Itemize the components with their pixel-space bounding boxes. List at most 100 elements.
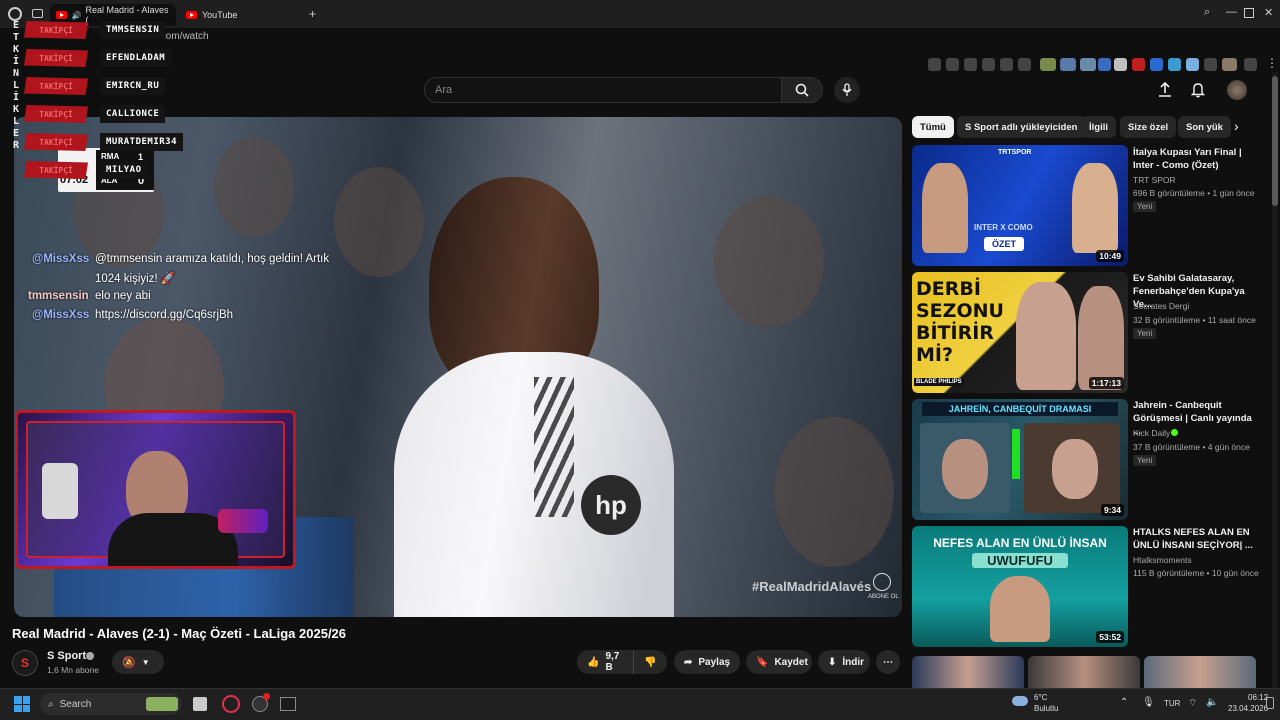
avatar[interactable]	[1227, 80, 1247, 100]
extension-icon[interactable]	[1060, 58, 1076, 71]
chat-text: https://discord.gg/Cq6srjBh	[95, 309, 234, 321]
recommendation-title[interactable]: HTALKS NEFES ALAN EN ÜNLÜ İNSANI SEÇİYOR…	[1133, 526, 1258, 552]
url-text[interactable]: .com/watch	[158, 31, 209, 42]
extensions-puzzle-icon[interactable]	[1204, 58, 1217, 71]
extension-icon[interactable]	[1150, 58, 1163, 71]
dislike-button[interactable]: 👎	[633, 650, 667, 674]
translate-icon[interactable]	[982, 58, 995, 71]
search-button[interactable]	[781, 77, 823, 103]
video-duration: 53:52	[1096, 631, 1124, 643]
subscribed-button[interactable]: 🔕 ▼	[112, 650, 164, 674]
share-icon: ➦	[684, 656, 693, 668]
close-icon[interactable]: ✕	[1264, 6, 1273, 19]
recommendation-thumbnail[interactable]: JAHREİN, CANBEQUİT DRAMASI 9:34	[912, 399, 1128, 520]
like-button[interactable]: 👍 9,7 B	[577, 650, 633, 674]
extension-icon[interactable]	[1114, 58, 1127, 71]
scrollbar[interactable]	[1272, 72, 1278, 688]
rgb-mouse	[218, 509, 268, 533]
short-thumbnail[interactable]	[912, 656, 1024, 688]
verified-icon	[86, 652, 94, 660]
profile-avatar[interactable]	[1222, 58, 1237, 71]
language-indicator[interactable]: TUR	[1164, 699, 1180, 708]
follower-alert: TAKİPÇİ EMIRCN_RU	[24, 75, 166, 97]
follower-alert: TAKİPÇİ EFENDLADAM	[24, 47, 172, 69]
chip-recent[interactable]: Son yük	[1178, 116, 1231, 138]
recommendation-channel[interactable]: Htalksmoments	[1133, 555, 1192, 565]
upload-button[interactable]	[1158, 81, 1172, 103]
mic-icon[interactable]: 🎙	[1142, 697, 1155, 708]
download-icon[interactable]	[1244, 58, 1257, 71]
extension-icon[interactable]	[928, 58, 941, 71]
chevron-right-icon[interactable]: ›	[1234, 118, 1239, 134]
extension-icon[interactable]	[1132, 58, 1145, 71]
browser-tab-bar: 🔊 Real Madrid - Alaves ( YouTube + ⌕ — ✕	[0, 0, 1280, 28]
heart-icon[interactable]	[1018, 58, 1031, 71]
short-thumbnail[interactable]	[1028, 656, 1140, 688]
taskbar-search[interactable]: ⌕ Search	[40, 693, 182, 715]
chip-from-uploader[interactable]: S Sport adlı yükleyiciden	[957, 116, 1086, 138]
voice-search-button[interactable]	[834, 77, 860, 103]
share-button[interactable]: ➦ Paylaş	[674, 650, 740, 674]
weather-temp[interactable]: 6°C	[1034, 693, 1047, 702]
workspace-icon[interactable]	[32, 9, 43, 18]
extension-icon[interactable]	[1168, 58, 1181, 71]
follower-name: EFENDLADAM	[100, 49, 172, 67]
recommendation-channel[interactable]: Socrates Dergi	[1133, 301, 1189, 311]
follower-name: MURATDEMIR34	[100, 133, 184, 151]
extension-icon[interactable]	[1186, 58, 1199, 71]
recommendation-thumbnail[interactable]: NEFES ALAN EN ÜNLÜ İNSAN UWUFUFU 53:52	[912, 526, 1128, 647]
task-view-icon[interactable]	[193, 697, 207, 711]
extension-icon[interactable]	[1098, 58, 1111, 71]
save-button[interactable]: 🔖 Kaydet	[746, 650, 812, 674]
new-badge: Yeni	[1133, 455, 1157, 466]
chip-for-you[interactable]: Size özel	[1120, 116, 1177, 138]
cam-device	[42, 463, 78, 519]
recommendation-thumbnail[interactable]: DERBİ SEZONU BİTİRİR Mİ? BLADE PHILIPS 1…	[912, 272, 1128, 393]
scrollbar-thumb[interactable]	[1272, 76, 1278, 206]
search-input[interactable]: Ara	[424, 77, 782, 103]
search-tabs-icon[interactable]: ⌕	[1204, 6, 1210, 19]
channel-name[interactable]: S Sport	[47, 650, 86, 662]
channel-avatar[interactable]: S	[12, 650, 38, 676]
extension-icon[interactable]	[1000, 58, 1013, 71]
browser-menu-icon[interactable]: ⋮	[1266, 56, 1278, 70]
chip-all[interactable]: Tümü	[912, 116, 954, 138]
thumbs-up-icon: 👍	[587, 656, 600, 668]
recommendation-title[interactable]: İtalya Kupası Yarı Final | Inter - Como …	[1133, 146, 1258, 172]
terminal-icon[interactable]	[280, 697, 296, 711]
plus-icon[interactable]: +	[309, 7, 316, 21]
weather-desc[interactable]: Bulutlu	[1034, 704, 1058, 713]
share-label: Paylaş	[698, 656, 731, 668]
notifications-button[interactable]	[1190, 82, 1206, 103]
volume-icon[interactable]: 🔈	[1206, 697, 1218, 708]
extension-icon[interactable]	[1040, 58, 1056, 71]
chat-user: @MissXss	[32, 253, 90, 265]
recommendation-channel[interactable]: TRT SPOR	[1133, 175, 1176, 185]
tab-youtube[interactable]: YouTube	[180, 4, 300, 26]
search-icon	[795, 83, 809, 97]
download-icon: ⬇	[828, 656, 837, 668]
windows-start-icon[interactable]	[14, 696, 30, 712]
short-thumbnail[interactable]	[1144, 656, 1256, 688]
thumb-text: ÖZET	[984, 237, 1024, 251]
wifi-icon[interactable]: ⌔	[1188, 697, 1197, 710]
chip-related[interactable]: İlgili	[1081, 116, 1116, 138]
subscriber-count: 1,6 Mn abone	[47, 665, 99, 675]
browser-logo-icon[interactable]	[8, 7, 22, 21]
chevron-up-icon[interactable]: ⌃	[1120, 697, 1128, 708]
chat-message: @MissXss	[32, 253, 89, 265]
more-actions-button[interactable]: ⋯	[876, 650, 900, 674]
recommendation-channel[interactable]: Kick Daily	[1133, 428, 1170, 438]
opera-icon[interactable]	[222, 695, 240, 713]
thumbs-down-icon: 👎	[644, 656, 657, 668]
clock-date[interactable]: 23.04.2026	[1228, 704, 1268, 713]
extension-icon[interactable]	[964, 58, 977, 71]
minimize-icon[interactable]: —	[1226, 6, 1237, 18]
extension-icon[interactable]	[946, 58, 959, 71]
download-button[interactable]: ⬇ İndir	[818, 650, 870, 674]
extension-icon[interactable]	[1080, 58, 1096, 71]
maximize-icon[interactable]	[1244, 8, 1254, 18]
recommendation-thumbnail[interactable]: TRTSPOR INTER X COMO ÖZET 10:49	[912, 145, 1128, 266]
notifications-icon[interactable]	[1266, 697, 1274, 709]
bell-muted-icon: 🔕	[122, 656, 136, 669]
